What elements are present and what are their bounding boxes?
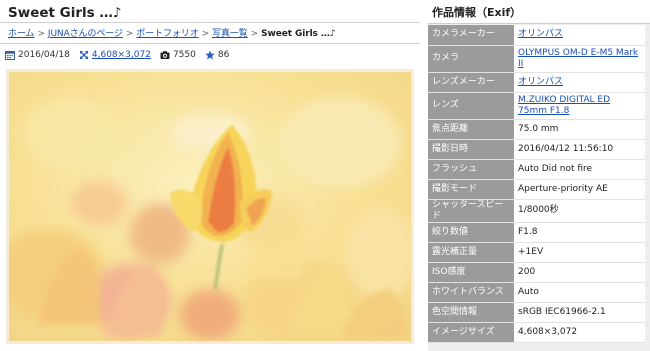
photo-meta: 2016/04/18 4,608×3,072 7550 86 (5, 50, 238, 60)
breadcrumb-separator: > (37, 29, 45, 39)
camera-maker-link[interactable]: オリンパス (518, 29, 563, 39)
breadcrumb-separator: > (201, 29, 210, 39)
exif-value: Aperture-priority AE (514, 179, 645, 200)
exif-row: ホワイトバランス Auto (428, 282, 645, 303)
exif-value: 200 (514, 262, 645, 283)
exif-value: オリンパス (514, 72, 645, 93)
exif-value: Auto Did not fire (514, 159, 645, 180)
exif-key: カメラ (428, 45, 514, 73)
image-size-link[interactable]: 4,608×3,072 (92, 50, 151, 60)
exif-key: 色空間情報 (428, 302, 514, 323)
camera-link[interactable]: OLYMPUS OM-D E-M5 Mark II (518, 48, 638, 69)
exif-row: 撮影モード Aperture-priority AE (428, 179, 645, 200)
exif-row: レンズ M.ZUIKO DIGITAL ED 75mm F1.8 (428, 92, 645, 120)
breadcrumb-user-page[interactable]: JUNAさんのページ (48, 29, 123, 39)
exif-row: ISO感度 200 (428, 262, 645, 283)
exif-value: M.ZUIKO DIGITAL ED 75mm F1.8 (514, 92, 645, 120)
exif-key: シャッタースピード (428, 199, 514, 223)
exif-value: sRGB IEC61966-2.1 (514, 302, 645, 323)
exif-value: F1.8 (514, 222, 645, 243)
exif-key: ISO感度 (428, 262, 514, 283)
photo-frame (6, 69, 414, 344)
meta-size: 4,608×3,072 (79, 50, 151, 60)
exif-value: +1EV (514, 242, 645, 263)
exif-row: 絞り数値 F1.8 (428, 222, 645, 243)
camera-icon (160, 51, 170, 59)
exif-value: 1/8000秒 (514, 199, 645, 223)
page-title: Sweet Girls …♪ (8, 5, 122, 21)
breadcrumb-photo-list[interactable]: 写真一覧 (212, 29, 248, 39)
exif-row: カメラメーカー オリンパス (428, 25, 645, 46)
exif-value: 75.0 mm (514, 119, 645, 140)
exif-row: イメージサイズ 4,608×3,072 (428, 322, 645, 343)
exif-value: 4,608×3,072 (514, 322, 645, 343)
date-value: 2016/04/18 (18, 50, 70, 60)
exif-title: 作品情報（Exif） (428, 0, 650, 24)
breadcrumb-separator: > (125, 29, 134, 39)
breadcrumb: ホーム > JUNAさんのページ > ポートフォリオ > 写真一覧 > Sweet Girls … (8, 26, 336, 39)
breadcrumb-home[interactable]: ホーム (8, 29, 35, 39)
exif-row: 色空間情報 sRGB IEC61966-2.1 (428, 302, 645, 323)
views-count: 7550 (172, 50, 196, 60)
meta-date: 2016/04/18 (5, 50, 70, 60)
lens-maker-link[interactable]: オリンパス (518, 77, 563, 87)
title-divider (0, 22, 420, 23)
exif-row: カメラ OLYMPUS OM-D E-M5 Mark II (428, 45, 645, 73)
exif-key: ホワイトバランス (428, 282, 514, 303)
exif-key: 絞り数値 (428, 222, 514, 243)
exif-key: カメラメーカー (428, 25, 514, 46)
exif-key: レンズ (428, 92, 514, 120)
breadcrumb-divider (0, 43, 420, 44)
exif-key: 焦点距離 (428, 119, 514, 140)
exif-key: 撮影モード (428, 179, 514, 200)
exif-row: フラッシュ Auto Did not fire (428, 159, 645, 180)
exif-row: レンズメーカー オリンパス (428, 72, 645, 93)
breadcrumb-current: Sweet Girls …♪ (261, 29, 336, 39)
meta-stars: 86 (205, 50, 229, 60)
exif-key: 撮影日時 (428, 139, 514, 160)
exif-table: カメラメーカー オリンパス カメラ OLYMPUS OM-D E-M5 Mark I… (428, 25, 645, 343)
exif-key: レンズメーカー (428, 72, 514, 93)
breadcrumb-portfolio[interactable]: ポートフォリオ (136, 29, 198, 39)
exif-key: イメージサイズ (428, 322, 514, 343)
exif-panel: 作品情報（Exif） カメラメーカー オリンパス カメラ OLYMPUS OM-D … (428, 0, 650, 351)
page: Sweet Girls …♪ ホーム > JUNAさんのページ > ポートフォリオ > 写真… (0, 0, 650, 351)
exif-key: フラッシュ (428, 159, 514, 180)
calendar-icon (5, 51, 15, 60)
stars-count: 86 (217, 50, 230, 60)
breadcrumb-separator: > (250, 29, 259, 39)
exif-row: 撮影日時 2016/04/12 11:56:10 (428, 139, 645, 160)
star-icon (205, 50, 215, 60)
exif-value: 2016/04/12 11:56:10 (514, 139, 645, 160)
photo-panel: Sweet Girls …♪ ホーム > JUNAさんのページ > ポートフォリオ > 写真… (0, 0, 420, 351)
exif-value: OLYMPUS OM-D E-M5 Mark II (514, 45, 645, 73)
expand-icon (79, 51, 88, 59)
exif-row: 焦点距離 75.0 mm (428, 119, 645, 140)
tulip-photo[interactable] (9, 72, 411, 341)
exif-row: 露光補正量 +1EV (428, 242, 645, 263)
exif-value: Auto (514, 282, 645, 303)
exif-key: 露光補正量 (428, 242, 514, 263)
exif-row: シャッタースピード 1/8000秒 (428, 199, 645, 223)
exif-value: オリンパス (514, 25, 645, 46)
lens-link[interactable]: M.ZUIKO DIGITAL ED 75mm F1.8 (518, 95, 610, 116)
meta-views: 7550 (160, 50, 196, 60)
